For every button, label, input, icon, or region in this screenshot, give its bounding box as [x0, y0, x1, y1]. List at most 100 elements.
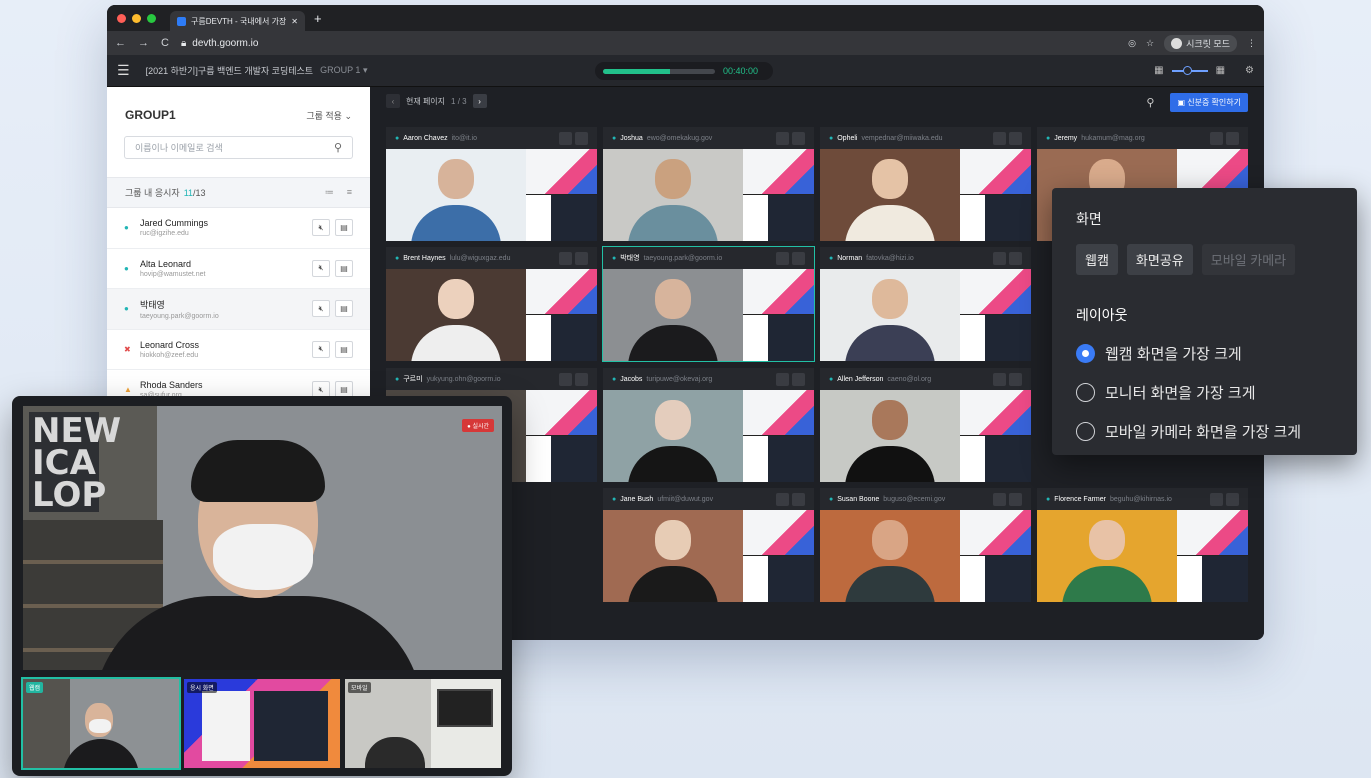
mobile-camera-chip[interactable]: 모바일 카메라 [1201, 244, 1296, 275]
webcam-feed [603, 510, 743, 602]
candidate-tile[interactable]: ● Jacobs turipuwe@okevaj.org [603, 368, 814, 482]
tile-name: Norman [837, 254, 863, 262]
settings-gear-icon[interactable]: ⚙ [1245, 65, 1254, 76]
next-page-button[interactable]: › [472, 94, 487, 108]
more-icon[interactable] [559, 372, 572, 386]
more-icon[interactable] [993, 131, 1006, 145]
mute-button[interactable]: 🔇︎ [312, 340, 330, 358]
apply-group-dropdown[interactable]: 그룹 적용 ⌄ [306, 109, 352, 122]
mute-button[interactable]: 🔇︎ [312, 259, 330, 277]
mobile-thumbnail[interactable]: 모바일 [345, 679, 501, 768]
id-card-icon[interactable] [792, 251, 805, 265]
candidate-tile[interactable]: ● Joshua ewo@omekakug.gov [603, 127, 814, 241]
candidate-row[interactable]: ● Jared Cummings ruc@igzihe.edu 🔇︎ ▤ [107, 208, 370, 249]
id-card-icon[interactable] [1226, 131, 1239, 145]
grid-search-icon[interactable]: ⚲ [1146, 96, 1154, 109]
candidate-row[interactable]: ● Alta Leonard hovip@wamustet.net 🔇︎ ▤ [107, 249, 370, 289]
count-total: /13 [193, 187, 206, 198]
screenshare-chip[interactable]: 화면공유 [1126, 244, 1193, 275]
candidate-search-input[interactable]: 이름이나 이메일로 검색 ⚲ [124, 136, 353, 159]
radio-icon[interactable] [1076, 383, 1095, 402]
webcam-chip[interactable]: 웹캠 [1076, 244, 1118, 275]
candidate-tile[interactable]: ● Aaron Chavez ito@it.io [386, 127, 597, 241]
candidate-row[interactable]: ✖ Leonard Cross hiokkoh@zeef.edu 🔇︎ ▤ [107, 330, 370, 370]
layout-option-mobile[interactable]: 모바일 카메라 화면을 가장 크게 [1076, 421, 1333, 442]
id-card-icon[interactable] [792, 492, 805, 506]
close-tab-icon[interactable]: ✕ [291, 17, 298, 26]
mute-button[interactable]: 🔇︎ [312, 219, 330, 237]
webcam-feed [603, 269, 743, 361]
back-icon[interactable]: ← [115, 37, 126, 49]
maximize-window-button[interactable] [147, 13, 156, 23]
webcam-thumbnail[interactable]: 웹캠 [21, 677, 181, 770]
id-card-icon[interactable] [792, 131, 805, 145]
reload-icon[interactable]: C [161, 37, 169, 49]
verify-id-button[interactable]: ▣ 신분증 확인하기 [1170, 93, 1248, 112]
id-card-icon[interactable] [575, 251, 588, 265]
more-icon[interactable] [993, 251, 1006, 265]
message-button[interactable]: ▤ [335, 340, 353, 358]
screen-feed [960, 269, 1031, 361]
message-button[interactable]: ▤ [335, 259, 353, 277]
more-icon[interactable] [776, 372, 789, 386]
more-menu-icon[interactable]: ⋮ [1247, 38, 1256, 49]
minimize-window-button[interactable] [132, 13, 141, 23]
url-field[interactable]: 🔒︎ devth.goorm.io [181, 38, 258, 49]
forward-icon[interactable]: → [138, 37, 149, 49]
online-dot-icon: ● [1046, 134, 1051, 142]
status-online-icon: ● [124, 304, 129, 314]
browser-tab[interactable]: 구름DEVTH - 국내에서 가장 많이 · ✕ [170, 11, 305, 31]
more-icon[interactable] [776, 131, 789, 145]
id-card-icon[interactable] [1009, 251, 1022, 265]
candidate-tile[interactable]: ● Allen Jefferson caeno@ol.org [820, 368, 1031, 482]
candidate-tile[interactable]: ● Jane Bush ufmiit@duwut.gov [603, 488, 814, 602]
message-button[interactable]: ▤ [335, 300, 353, 318]
more-icon[interactable] [993, 372, 1006, 386]
more-icon[interactable] [776, 492, 789, 506]
eye-off-icon[interactable]: ◎ [1128, 38, 1136, 49]
close-window-button[interactable] [117, 13, 126, 23]
layout-option-monitor[interactable]: 모니터 화면을 가장 크게 [1076, 382, 1333, 403]
grid-size-slider[interactable] [1171, 65, 1208, 75]
candidate-tile[interactable]: ● Opheli vempednar@miiwaka.edu [820, 127, 1031, 241]
more-icon[interactable] [1210, 131, 1223, 145]
prev-page-button[interactable]: ‹ [386, 94, 400, 108]
candidate-tile[interactable]: ● Brent Haynes lulu@wiguxgaz.edu [386, 247, 597, 361]
candidate-tile[interactable]: ● Susan Boone buguso@ecemi.gov [820, 488, 1031, 602]
timer-text: 00:40:00 [723, 66, 759, 76]
more-icon[interactable] [559, 131, 572, 145]
mute-button[interactable]: 🔇︎ [312, 300, 330, 318]
more-icon[interactable] [776, 251, 789, 265]
id-card-icon[interactable] [1009, 131, 1022, 145]
candidate-tile[interactable]: ● 박태영 taeyoung.park@goorm.io [602, 246, 815, 362]
group-select[interactable]: GROUP 1 ▾ [320, 65, 367, 76]
incognito-badge[interactable]: 시크릿 모드 [1164, 34, 1237, 52]
page-number: 1 / 3 [451, 96, 467, 106]
radio-selected-icon[interactable] [1076, 344, 1095, 363]
filter-icon[interactable]: ≡ [347, 187, 352, 198]
slider-knob[interactable] [1182, 65, 1192, 75]
bookmark-star-icon[interactable]: ☆ [1146, 38, 1154, 49]
search-icon[interactable]: ⚲ [334, 141, 342, 154]
id-card-icon[interactable] [1009, 492, 1022, 506]
more-icon[interactable] [993, 492, 1006, 506]
grid-small-icon[interactable]: ▦ [1154, 65, 1163, 76]
layout-option-webcam[interactable]: 웹캠 화면을 가장 크게 [1076, 343, 1333, 364]
message-button[interactable]: ▤ [335, 219, 353, 237]
id-card-icon[interactable] [792, 372, 805, 386]
radio-icon[interactable] [1076, 422, 1095, 441]
id-card-icon[interactable] [575, 131, 588, 145]
id-card-icon[interactable] [575, 372, 588, 386]
candidate-tile[interactable]: ● Norman fatovka@hizi.io [820, 247, 1031, 361]
id-card-icon[interactable] [1009, 372, 1022, 386]
grid-large-icon[interactable]: ▦ [1216, 65, 1225, 76]
sort-icon[interactable]: ≔ [325, 187, 334, 198]
candidate-row[interactable]: ● 박태영 taeyoung.park@goorm.io 🔇︎ ▤ [107, 289, 370, 330]
screen-thumbnail[interactable]: 응시 화면 [184, 679, 340, 768]
more-icon[interactable] [559, 251, 572, 265]
id-card-icon[interactable] [1226, 492, 1239, 506]
hamburger-menu-icon[interactable]: ☰ [117, 62, 130, 79]
more-icon[interactable] [1210, 492, 1223, 506]
new-tab-button[interactable]: + [314, 11, 322, 26]
candidate-tile[interactable]: ● Florence Farmer beguhu@kihirnas.io [1037, 488, 1248, 602]
